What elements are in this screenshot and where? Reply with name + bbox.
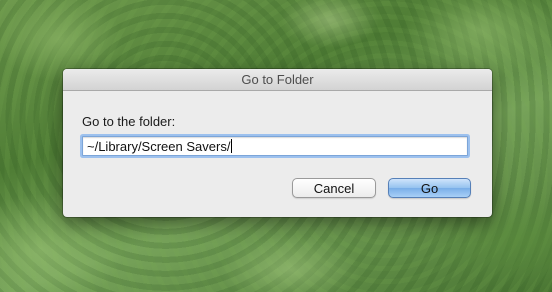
dialog-title: Go to Folder — [241, 72, 314, 87]
text-caret — [231, 139, 233, 153]
folder-prompt-label: Go to the folder: — [82, 114, 176, 129]
go-button[interactable]: Go — [388, 178, 471, 198]
folder-path-input[interactable]: ~/Library/Screen Savers/ — [82, 136, 468, 156]
go-to-folder-dialog: Go to Folder Go to the folder: ~/Library… — [63, 69, 492, 217]
folder-path-value: ~/Library/Screen Savers/ — [87, 138, 231, 154]
cancel-button[interactable]: Cancel — [292, 178, 376, 198]
dialog-titlebar: Go to Folder — [63, 69, 492, 91]
